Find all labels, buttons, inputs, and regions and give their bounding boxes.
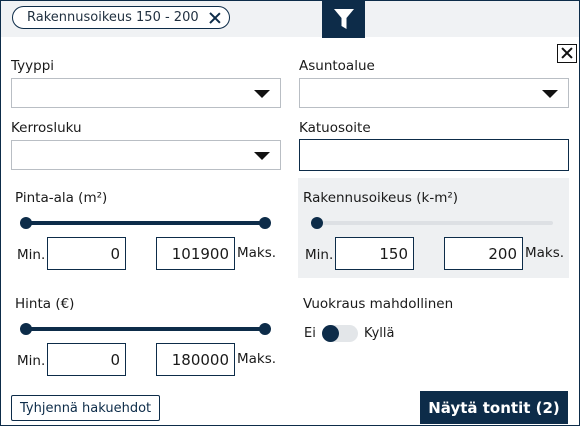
rakennusoikeus-label: Rakennusoikeus (k-m²) [303, 190, 459, 206]
chip-label: Rakennusoikeus 150 - 200 [27, 10, 199, 25]
remove-chip-icon[interactable] [209, 12, 221, 24]
rakennusoikeus-handle[interactable] [311, 217, 323, 229]
vuokraus-toggle[interactable] [322, 325, 358, 342]
hinta-min-label: Min. [17, 353, 46, 369]
hinta-max-handle[interactable] [259, 323, 271, 335]
caret-down-icon [254, 152, 270, 160]
katuosoite-input[interactable] [299, 139, 569, 171]
kerrosluku-select[interactable] [11, 140, 281, 170]
pinta-ala-min-label: Min. [17, 247, 46, 263]
caret-down-icon [254, 90, 270, 98]
hinta-min-input[interactable]: 0 [47, 343, 126, 376]
rakennusoikeus-max-input[interactable]: 200 [444, 237, 523, 270]
pinta-ala-slider-track [26, 221, 265, 225]
filter-funnel-icon [333, 9, 354, 29]
active-filter-chip: Rakennusoikeus 150 - 200 [12, 6, 230, 29]
rakennusoikeus-max-label: Maks. [525, 245, 565, 261]
tyyppi-select[interactable] [11, 78, 281, 108]
rakennusoikeus-min-input[interactable]: 150 [335, 237, 414, 270]
hinta-max-label: Maks. [237, 351, 277, 367]
hinta-label: Hinta (€) [15, 296, 75, 312]
active-filters-bar: Rakennusoikeus 150 - 200 [1, 1, 579, 37]
pinta-ala-label: Pinta-ala (m²) [15, 190, 108, 206]
vuokraus-label: Vuokraus mahdollinen [303, 296, 454, 312]
asuntoalue-label: Asuntoalue [299, 58, 375, 74]
close-icon[interactable] [557, 44, 577, 63]
rakennusoikeus-slider-track [314, 221, 553, 225]
pinta-ala-max-input[interactable]: 101900 [156, 237, 235, 270]
kerrosluku-label: Kerrosluku [11, 120, 82, 136]
hinta-min-handle[interactable] [20, 323, 32, 335]
pinta-ala-min-handle[interactable] [20, 217, 32, 229]
hinta-slider-track [26, 327, 265, 331]
vuokraus-on-label: Kyllä [364, 326, 395, 341]
katuosoite-label: Katuosoite [299, 120, 371, 136]
show-plots-button[interactable]: Näytä tontit (2) [420, 391, 568, 424]
hinta-max-input[interactable]: 180000 [156, 343, 235, 376]
asuntoalue-select[interactable] [299, 78, 569, 108]
pinta-ala-min-input[interactable]: 0 [47, 237, 126, 270]
tyyppi-label: Tyyppi [11, 58, 55, 74]
filter-toggle-button[interactable] [322, 0, 365, 38]
rakennusoikeus-min-label: Min. [305, 247, 334, 263]
vuokraus-off-label: Ei [304, 326, 316, 341]
pinta-ala-max-label: Maks. [237, 245, 277, 261]
toggle-thumb [322, 325, 339, 342]
clear-filters-button[interactable]: Tyhjennä hakuehdot [11, 395, 161, 421]
pinta-ala-max-handle[interactable] [259, 217, 271, 229]
caret-down-icon [542, 90, 558, 98]
